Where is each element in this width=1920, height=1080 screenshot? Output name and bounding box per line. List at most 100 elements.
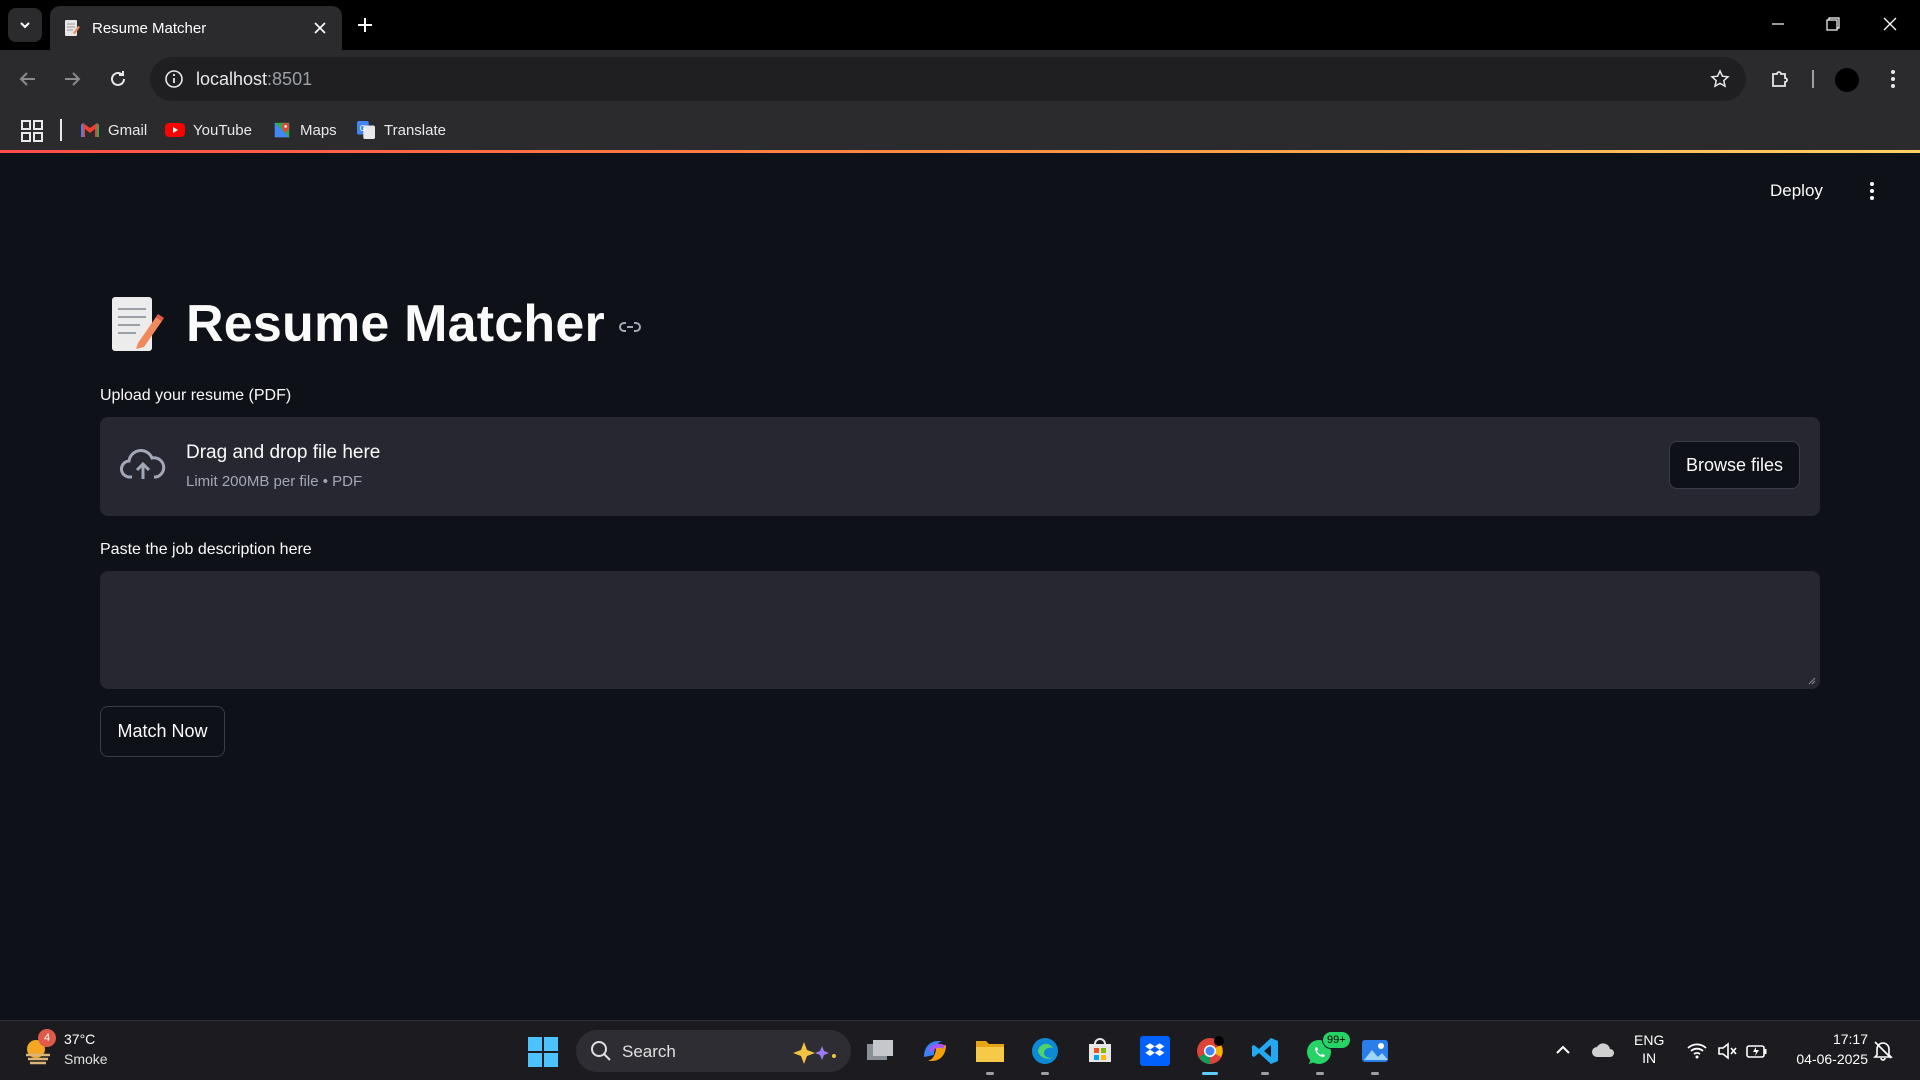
kebab-menu-icon [1891, 70, 1895, 88]
forward-button[interactable] [56, 63, 88, 95]
taskbar-dropbox[interactable] [1137, 1033, 1173, 1069]
bookmark-maps[interactable]: Maps [272, 114, 337, 146]
page-title: Resume Matcher [186, 295, 605, 353]
bookmark-label: Gmail [108, 121, 148, 139]
match-now-button[interactable]: Match Now [100, 706, 225, 757]
minimize-button[interactable] [1758, 8, 1798, 40]
whatsapp-unread-badge: 99+ [1322, 1031, 1351, 1049]
app-menu-button[interactable] [1860, 179, 1884, 203]
chrome-icon [1197, 1036, 1224, 1064]
clock-date[interactable]: 04-06-2025 [1796, 1051, 1868, 1067]
arrow-left-icon [19, 72, 35, 86]
vscode-icon [1252, 1038, 1278, 1064]
windows-taskbar: 4 37°C Smoke Search 99+ ENG IN 17:17 04-… [0, 1020, 1920, 1080]
taskbar-task-view[interactable] [862, 1033, 898, 1069]
job-description-textarea[interactable] [100, 571, 1820, 689]
tab-search-button[interactable] [8, 8, 42, 42]
running-indicator [1316, 1072, 1324, 1075]
active-indicator [1202, 1072, 1218, 1075]
dropbox-icon [1140, 1036, 1170, 1066]
wifi-icon[interactable] [1686, 1040, 1708, 1062]
running-indicator [1041, 1072, 1049, 1075]
sparkle-icon [793, 1042, 836, 1064]
chevron-up-icon[interactable] [1552, 1039, 1574, 1061]
memo-icon [112, 297, 164, 351]
apps-grid-icon[interactable] [20, 119, 44, 143]
photos-icon [1362, 1040, 1388, 1062]
taskbar-copilot[interactable] [917, 1033, 953, 1069]
folder-icon [976, 1041, 1004, 1062]
running-indicator [986, 1072, 994, 1075]
search-placeholder: Search [622, 1042, 676, 1061]
back-button[interactable] [12, 63, 44, 95]
dropzone-instruction: Drag and drop file here [186, 442, 381, 463]
notification-bell-icon[interactable] [1872, 1039, 1894, 1061]
bookmark-translate[interactable]: G Translate [356, 114, 446, 146]
close-tab-icon[interactable] [310, 18, 330, 38]
youtube-icon [165, 123, 185, 137]
close-window-button[interactable] [1870, 8, 1910, 40]
url-host: localhost [196, 69, 268, 89]
extensions-button[interactable] [1764, 63, 1796, 95]
plus-icon [358, 18, 372, 32]
streamlit-app: Deploy Resume Matcher Upload your resume… [0, 153, 1920, 1020]
battery-charging-icon[interactable] [1746, 1040, 1768, 1062]
dropzone-limit: Limit 200MB per file • PDF [186, 473, 363, 490]
language-indicator[interactable]: ENG IN [1634, 1031, 1664, 1067]
profile-avatar[interactable] [1835, 68, 1859, 92]
search-icon [591, 1041, 611, 1061]
taskbar-vscode[interactable] [1247, 1033, 1283, 1075]
deploy-button[interactable]: Deploy [1770, 181, 1823, 201]
windows-start-icon[interactable] [528, 1037, 558, 1067]
cloud-upload-icon [120, 449, 166, 479]
resize-handle-icon[interactable] [1806, 675, 1816, 685]
chevron-down-icon [20, 22, 30, 29]
reload-button[interactable] [102, 63, 134, 95]
browse-files-button[interactable]: Browse files [1669, 441, 1800, 489]
taskbar-store[interactable] [1082, 1033, 1118, 1069]
weather-temperature[interactable]: 37°C [64, 1031, 95, 1047]
tab-title: Resume Matcher [92, 19, 207, 37]
browser-tab-active[interactable]: Resume Matcher [50, 6, 342, 50]
edge-icon [1032, 1038, 1058, 1064]
gmail-icon [81, 123, 99, 137]
browser-menu-button[interactable] [1877, 63, 1909, 95]
new-tab-button[interactable] [352, 12, 378, 38]
taskbar-chrome[interactable] [1192, 1033, 1228, 1075]
running-indicator [1371, 1072, 1379, 1075]
link-anchor-icon[interactable] [617, 314, 643, 340]
bookmark-star-icon[interactable] [1708, 67, 1732, 91]
taskbar-file-explorer[interactable] [972, 1033, 1008, 1075]
url-text[interactable]: localhost:8501 [196, 69, 312, 90]
bookmark-youtube[interactable]: YouTube [165, 114, 252, 146]
restore-button[interactable] [1813, 8, 1853, 40]
arrow-right-icon [65, 72, 81, 86]
upload-label: Upload your resume (PDF) [100, 387, 292, 404]
taskbar-search[interactable]: Search [576, 1030, 851, 1072]
taskbar-photos[interactable] [1357, 1033, 1393, 1075]
file-dropzone[interactable]: Drag and drop file here Limit 200MB per … [100, 417, 1820, 516]
page-title-row: Resume Matcher [108, 293, 643, 355]
memo-icon [65, 20, 80, 36]
weather-condition[interactable]: Smoke [64, 1051, 108, 1067]
url-port: :8501 [267, 69, 313, 89]
onedrive-cloud-icon[interactable] [1590, 1039, 1616, 1061]
address-bar[interactable]: localhost:8501 [150, 57, 1746, 101]
translate-icon: G [357, 121, 375, 139]
taskbar-edge[interactable] [1027, 1033, 1063, 1075]
site-info-icon[interactable] [162, 67, 186, 91]
weather-alert-badge: 4 [38, 1029, 56, 1047]
browser-toolbar: localhost:8501 [0, 50, 1920, 108]
task-view-icon [867, 1040, 893, 1060]
maps-icon [274, 122, 290, 138]
taskbar-whatsapp[interactable]: 99+ [1302, 1031, 1351, 1075]
bookmarks-divider [60, 119, 62, 141]
speaker-muted-icon[interactable] [1716, 1040, 1738, 1062]
clock-time[interactable]: 17:17 [1833, 1031, 1868, 1047]
store-icon [1089, 1038, 1111, 1062]
bookmark-gmail[interactable]: Gmail [80, 114, 147, 146]
puzzle-icon [1772, 71, 1788, 87]
browser-titlebar: Resume Matcher [0, 0, 1920, 50]
bookmark-label: Maps [300, 121, 337, 139]
toolbar-divider [1812, 70, 1814, 88]
